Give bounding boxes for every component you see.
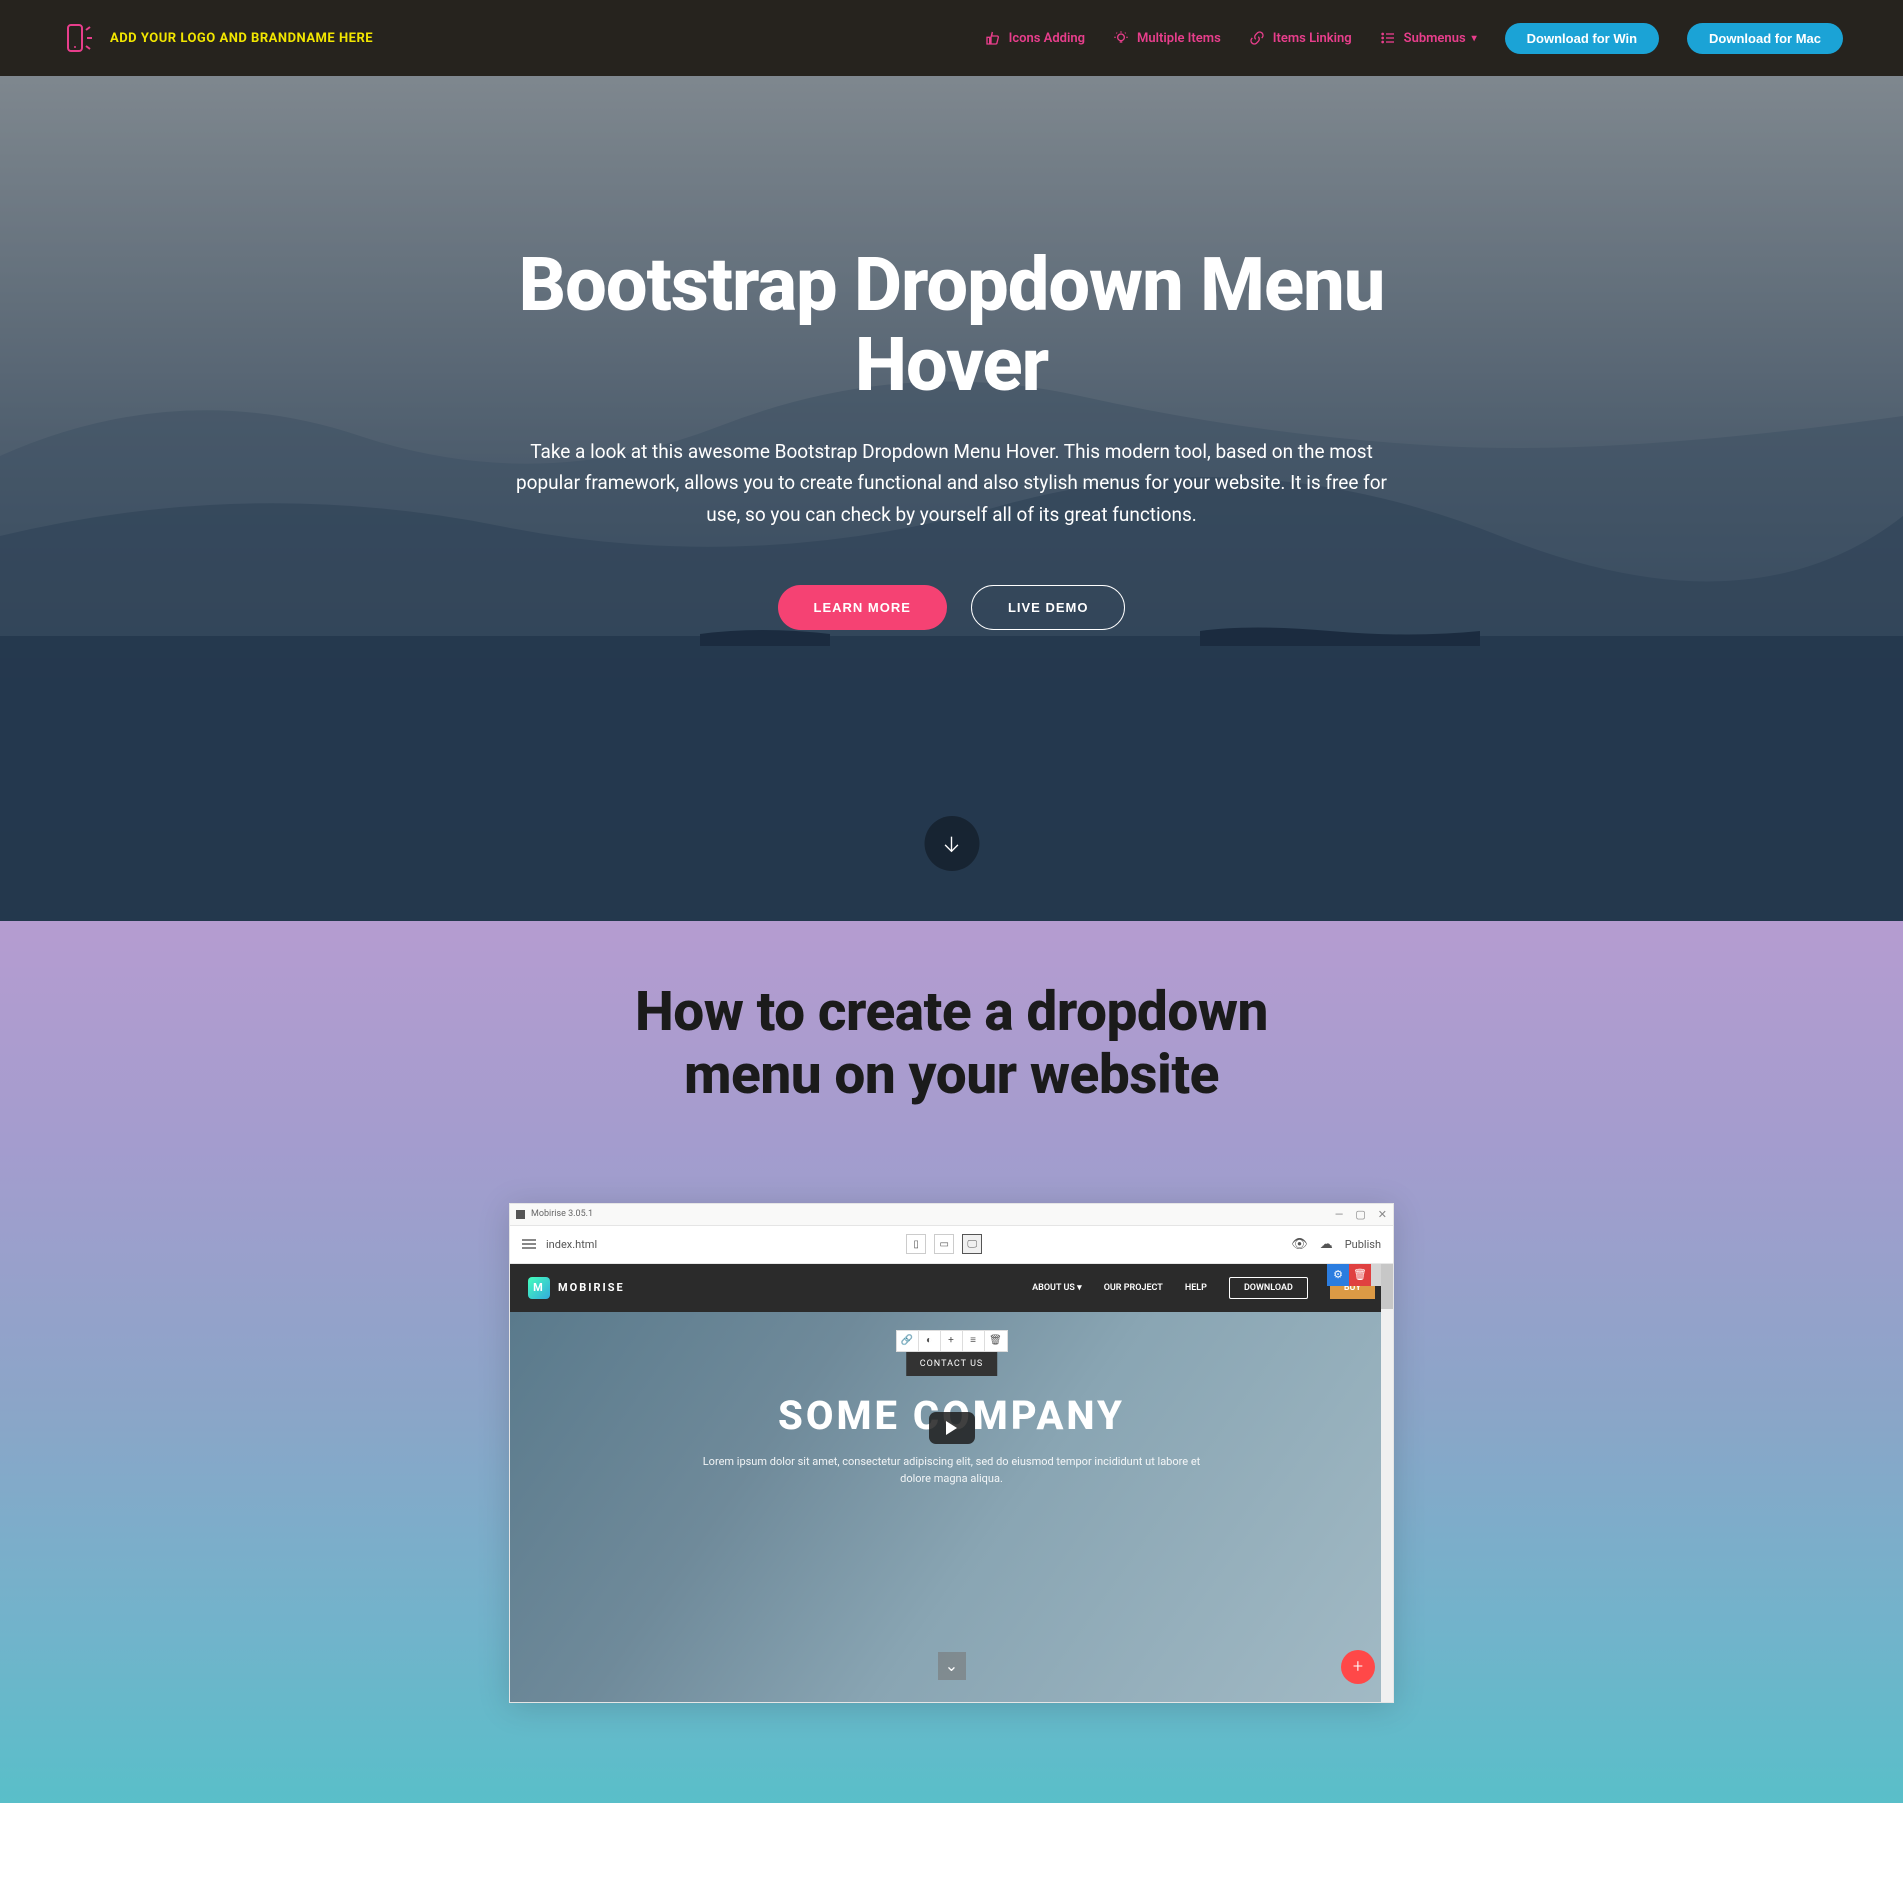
tool-list-icon: ≡ bbox=[963, 1331, 985, 1351]
minimize-icon: — bbox=[1335, 1208, 1344, 1221]
link-icon bbox=[1249, 30, 1265, 46]
publish-label: Publish bbox=[1345, 1238, 1381, 1251]
file-name: index.html bbox=[546, 1238, 597, 1251]
floating-toolbar: 🔗 ◐ + ≡ 🗑 bbox=[896, 1330, 1008, 1352]
desktop-icon: 🖵 bbox=[962, 1234, 982, 1254]
list-icon bbox=[1380, 30, 1396, 46]
brand-text: ADD YOUR LOGO AND BRANDNAME HERE bbox=[110, 31, 373, 46]
arrow-down-icon bbox=[941, 833, 963, 855]
inner-brand: M MOBIRISE bbox=[528, 1277, 625, 1299]
inner-link-about: ABOUT US ▾ bbox=[1032, 1283, 1082, 1293]
hamburger-icon bbox=[522, 1239, 536, 1249]
hero-section: Bootstrap Dropdown Menu Hover Take a loo… bbox=[0, 76, 1903, 921]
hero-content: Bootstrap Dropdown Menu Hover Take a loo… bbox=[492, 246, 1412, 630]
inner-hero: 🔗 ◐ + ≡ 🗑 CONTACT US SOME COMPANY Lorem … bbox=[510, 1312, 1393, 1702]
live-demo-button[interactable]: LIVE DEMO bbox=[971, 585, 1126, 630]
nav-link-label: Icons Adding bbox=[1009, 31, 1085, 46]
nav-link-icons-adding[interactable]: Icons Adding bbox=[985, 30, 1085, 46]
preview-icon: 👁 bbox=[1291, 1237, 1308, 1252]
app-toolbar: index.html ▯ ▭ 🖵 👁 ☁ Publish bbox=[510, 1226, 1393, 1264]
hero-title: Bootstrap Dropdown Menu Hover bbox=[512, 246, 1392, 406]
inner-brand-text: MOBIRISE bbox=[558, 1281, 625, 1294]
cloud-upload-icon: ☁ bbox=[1320, 1237, 1333, 1252]
section-title: How to create a dropdown menu on your we… bbox=[622, 981, 1282, 1108]
tool-plus-icon: + bbox=[941, 1331, 963, 1351]
app-titlebar: Mobirise 3.05.1 — ▢ ✕ bbox=[510, 1204, 1393, 1226]
video-preview[interactable]: Mobirise 3.05.1 — ▢ ✕ index.html ▯ ▭ 🖵 👁… bbox=[509, 1203, 1394, 1703]
scrollbar-thumb bbox=[1381, 1264, 1393, 1309]
maximize-icon: ▢ bbox=[1355, 1208, 1365, 1221]
learn-more-button[interactable]: LEARN MORE bbox=[778, 585, 947, 630]
window-controls: — ▢ ✕ bbox=[1335, 1208, 1387, 1221]
contact-tab: CONTACT US bbox=[906, 1352, 998, 1376]
navbar: ADD YOUR LOGO AND BRANDNAME HERE Icons A… bbox=[0, 0, 1903, 76]
nav-link-multiple-items[interactable]: Multiple Items bbox=[1113, 30, 1221, 46]
scroll-down-button[interactable] bbox=[924, 816, 979, 871]
nav-link-label: Items Linking bbox=[1273, 31, 1352, 46]
bulb-icon bbox=[1113, 30, 1129, 46]
phone-icon bbox=[60, 20, 96, 56]
mobile-icon: ▯ bbox=[906, 1234, 926, 1254]
nav-link-label: Submenus bbox=[1404, 31, 1466, 46]
navbar-right: Icons Adding Multiple Items Items Linkin… bbox=[985, 23, 1843, 54]
nav-link-label: Multiple Items bbox=[1137, 31, 1221, 46]
nav-link-submenus[interactable]: Submenus ▾ bbox=[1380, 30, 1477, 46]
hero-description: Take a look at this awesome Bootstrap Dr… bbox=[512, 436, 1392, 530]
close-icon: ✕ bbox=[1378, 1208, 1387, 1221]
inner-scrollbar bbox=[1381, 1264, 1393, 1702]
download-mac-button[interactable]: Download for Mac bbox=[1687, 23, 1843, 54]
tablet-icon: ▭ bbox=[934, 1234, 954, 1254]
trash-icon: 🗑 bbox=[1349, 1264, 1371, 1286]
play-button[interactable] bbox=[929, 1412, 975, 1444]
inner-scroll-down-icon: ⌄ bbox=[938, 1652, 966, 1680]
hero-buttons: LEARN MORE LIVE DEMO bbox=[512, 585, 1392, 630]
app-title: Mobirise 3.05.1 bbox=[531, 1209, 593, 1219]
inner-link-download: DOWNLOAD bbox=[1229, 1277, 1308, 1299]
inner-link-help: HELP bbox=[1185, 1283, 1207, 1293]
thumbs-up-icon bbox=[985, 30, 1001, 46]
tool-color-icon: ◐ bbox=[919, 1331, 941, 1351]
download-win-button[interactable]: Download for Win bbox=[1505, 23, 1659, 54]
navbar-brand[interactable]: ADD YOUR LOGO AND BRANDNAME HERE bbox=[60, 20, 373, 56]
navbar-nav: Icons Adding Multiple Items Items Linkin… bbox=[985, 30, 1477, 46]
inner-link-project: OUR PROJECT bbox=[1104, 1283, 1163, 1293]
gear-icon: ⚙ bbox=[1327, 1264, 1349, 1286]
video-section: How to create a dropdown menu on your we… bbox=[0, 921, 1903, 1803]
inner-logo-icon: M bbox=[528, 1277, 550, 1299]
inner-site-nav: M MOBIRISE ABOUT US ▾ OUR PROJECT HELP D… bbox=[510, 1264, 1393, 1312]
chevron-down-icon: ▾ bbox=[1472, 33, 1477, 44]
tool-link-icon: 🔗 bbox=[897, 1331, 919, 1351]
tool-trash-icon: 🗑 bbox=[985, 1331, 1007, 1351]
nav-link-items-linking[interactable]: Items Linking bbox=[1249, 30, 1352, 46]
app-icon bbox=[516, 1210, 525, 1219]
company-description: Lorem ipsum dolor sit amet, consectetur … bbox=[702, 1453, 1202, 1488]
add-block-fab: + bbox=[1341, 1650, 1375, 1684]
device-switcher: ▯ ▭ 🖵 bbox=[906, 1234, 982, 1254]
inner-nav-links: ABOUT US ▾ OUR PROJECT HELP DOWNLOAD BUY bbox=[1032, 1277, 1375, 1299]
